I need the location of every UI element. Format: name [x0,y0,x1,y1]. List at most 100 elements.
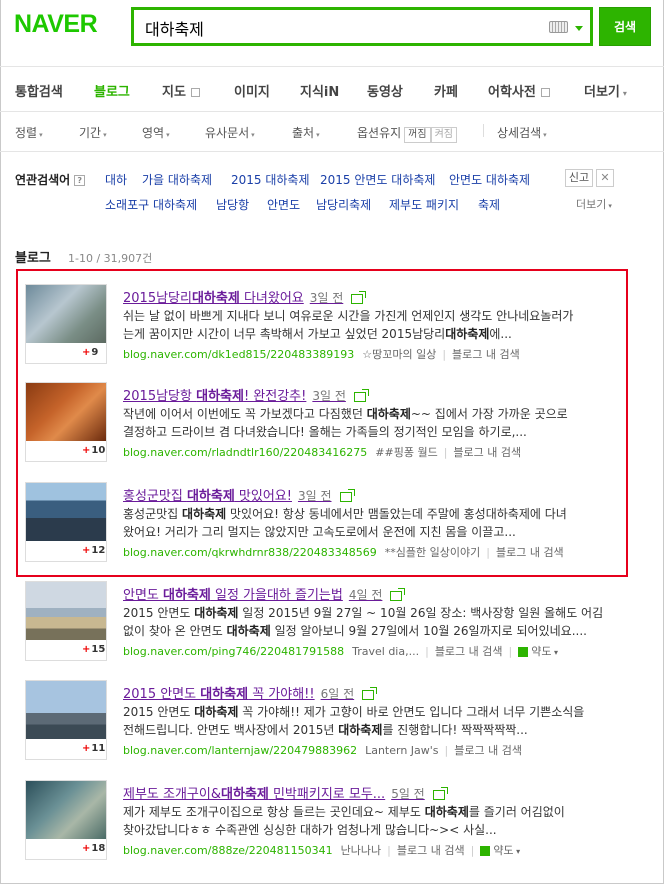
related-term[interactable]: 안면도 대하축제 [449,171,530,188]
keep-off-toggle[interactable]: 꺼짐 [404,127,431,143]
thumbnail-image[interactable] [26,582,106,640]
open-new-window-icon[interactable] [362,686,378,700]
author-name[interactable]: ##핑퐁 월드 [375,446,437,459]
map-icon [480,846,491,856]
title-text: 2015 안면도 [123,687,201,702]
post-title-link[interactable]: 2015남당항 대하축제! 완전강추! 3일 전 [123,385,369,404]
author-name[interactable]: ☆땅꼬마의 일상 [362,348,436,361]
plus-icon: + [82,644,91,655]
related-term[interactable]: 축제 [478,196,500,213]
open-new-window-icon[interactable] [353,388,369,402]
open-new-window-icon[interactable] [339,488,355,502]
area-dropdown[interactable]: 영역 ▾ [142,124,170,141]
sort-dropdown[interactable]: 정렬 ▾ [15,124,43,141]
related-term[interactable]: 2015 대하축제 [231,171,310,188]
thumbnail-image[interactable] [26,383,106,441]
keyboard-icon[interactable] [549,21,568,33]
thumbnail-image[interactable] [26,483,106,541]
open-new-window-icon[interactable] [432,786,448,800]
related-more-button[interactable]: 더보기 ▾ [576,196,612,212]
open-new-window-icon[interactable] [351,290,367,304]
open-new-window-icon[interactable] [390,587,406,601]
related-term[interactable]: 대하 [105,171,127,188]
snippet-text: 없이 찾아 온 안면도 [123,624,227,638]
post-thumbnail[interactable]: +12 [25,482,107,562]
thumbnail-image[interactable] [26,285,106,343]
related-term[interactable]: 남당리축제 [316,196,371,213]
thumbnail-image[interactable] [26,681,106,739]
post-title-link[interactable]: 안면도 대하축제 일정 가을대하 즐기는법 4일 전 [123,584,406,603]
keep-on-toggle[interactable]: 켜짐 [430,127,457,143]
related-term[interactable]: 안면도 [267,196,300,213]
tab-image[interactable]: 이미지 [234,81,270,100]
search-input[interactable]: 대하축제 [145,16,204,40]
snippet-line: 찾아갔답니다ㅎㅎ 수족관엔 싱싱한 대하가 엄청나게 많습니다~>< 사실... [123,821,623,839]
snippet-text: 전해드립니다. 안면도 백사장에서 2015년 [123,723,339,737]
tab-more[interactable]: 더보기 ▾ [584,81,627,100]
title-keyword: 대하축제 [221,787,269,802]
title-text: 맛있어요! [234,489,292,504]
search-box[interactable]: 대하축제 [131,7,593,46]
tab-blog[interactable]: 블로그 [94,81,130,100]
title-text: 민박패키지로 모두... [268,787,386,802]
post-thumbnail[interactable]: +9 [25,284,107,364]
chevron-down-icon: ▾ [103,131,107,139]
related-term[interactable]: 제부도 패키지 [389,196,459,213]
in-blog-search-link[interactable]: 블로그 내 검색 [454,744,522,757]
title-text: 일정 가을대하 즐기는법 [210,588,343,603]
tab-map[interactable]: 지도 [162,81,200,100]
thumbnail-image[interactable] [26,781,106,839]
tab-video[interactable]: 동영상 [367,81,403,100]
post-url[interactable]: blog.naver.com/rladndtlr160/220483416275 [123,446,367,459]
tab-dictionary[interactable]: 어학사전 [488,81,550,100]
autocomplete-toggle-icon[interactable] [575,26,583,31]
related-term[interactable]: 남당항 [216,196,249,213]
tab-kin[interactable]: 지식iN [300,81,339,100]
source-dropdown[interactable]: 출처 ▾ [292,124,320,141]
similar-dropdown[interactable]: 유사문서 ▾ [205,124,255,141]
post-url[interactable]: blog.naver.com/888ze/220481150341 [123,844,333,857]
related-term[interactable]: 소래포구 대하축제 [105,196,197,213]
in-blog-search-link[interactable]: 블로그 내 검색 [452,348,520,361]
author-name[interactable]: Lantern Jaw's [365,744,438,757]
post-url[interactable]: blog.naver.com/dk1ed815/220483389193 [123,348,354,361]
post-thumbnail[interactable]: +10 [25,382,107,462]
post-url[interactable]: blog.naver.com/qkrwhdrnr838/220483348569 [123,546,377,559]
post-title-link[interactable]: 2015 안면도 대하축제 꼭 가야해!! 6일 전 [123,683,378,702]
related-searches-label: 연관검색어? [15,171,86,188]
in-blog-search-link[interactable]: 블로그 내 검색 [435,645,503,658]
report-button[interactable]: 신고 [565,169,593,187]
in-blog-search-link[interactable]: 블로그 내 검색 [397,844,465,857]
detail-search-dropdown[interactable]: 상세검색 ▾ [497,124,547,141]
tab-integrated[interactable]: 통합검색 [15,81,63,100]
in-blog-search-link[interactable]: 블로그 내 검색 [453,446,521,459]
divider: | [442,348,447,361]
map-link[interactable]: 약도 ▾ [480,844,520,857]
post-thumbnail[interactable]: +15 [25,581,107,661]
close-icon[interactable]: ✕ [596,169,614,187]
divider: | [387,844,391,857]
title-text: 제부도 조개구이& [123,787,221,802]
post-url[interactable]: blog.naver.com/lanternjaw/220479883962 [123,744,357,757]
post-url[interactable]: blog.naver.com/ping746/220481791588 [123,645,344,658]
related-term[interactable]: 가을 대하축제 [142,171,212,188]
author-name[interactable]: Travel dia,... [352,645,419,658]
post-thumbnail[interactable]: +18 [25,780,107,860]
period-dropdown[interactable]: 기간 ▾ [79,124,107,141]
post-title-link[interactable]: 제부도 조개구이&대하축제 민박패키지로 모두... 5일 전 [123,783,448,802]
post-title-link[interactable]: 2015남당리대하축제 다녀왔어요 3일 전 [123,287,367,306]
author-name[interactable]: 난나나나 [341,844,381,857]
post-thumbnail[interactable]: +11 [25,680,107,760]
search-button[interactable]: 검색 [599,7,651,46]
post-date: 5일 전 [391,787,425,801]
related-term[interactable]: 2015 안면도 대하축제 [320,171,435,188]
naver-logo[interactable]: NAVER [14,10,98,39]
author-name[interactable]: **심플한 일상이야기 [385,546,480,559]
help-icon[interactable]: ? [74,175,86,186]
in-blog-search-link[interactable]: 블로그 내 검색 [496,546,564,559]
snippet-keyword: 대하축제 [338,723,383,737]
tab-cafe[interactable]: 카페 [434,81,458,100]
post-title-link[interactable]: 홍성군맛집 대하축제 맛있어요! 3일 전 [123,485,355,504]
map-link[interactable]: 약도 ▾ [518,645,558,658]
option-label: 기간 [79,126,102,140]
